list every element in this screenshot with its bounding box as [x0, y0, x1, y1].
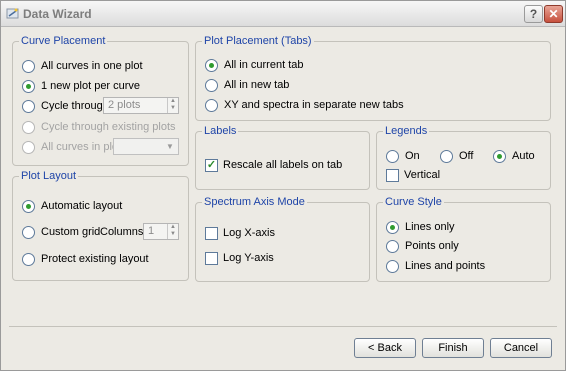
option-label: All curves in one plot — [41, 60, 143, 72]
radio-one-plot-per-curve[interactable]: 1 new plot per curve — [22, 78, 140, 94]
checkbox[interactable] — [386, 168, 399, 182]
option-label: All in current tab — [224, 59, 304, 71]
radio-button[interactable] — [22, 225, 35, 239]
radio-all-curves-in-plot[interactable]: All curves in plot — [22, 139, 121, 155]
legends-legend: Legends — [383, 125, 430, 138]
radio-all-curves-one-plot[interactable]: All curves in one plot — [22, 58, 143, 74]
columns-label: Columns: — [100, 226, 147, 238]
radio-custom-grid[interactable]: Custom grid — [22, 224, 100, 240]
radio-button[interactable] — [205, 98, 218, 112]
radio-button-disabled[interactable] — [22, 140, 35, 154]
option-label: Lines only — [405, 221, 455, 233]
checkbox-rescale-labels[interactable]: ✓ Rescale all labels on tab — [205, 157, 342, 173]
option-label: Auto — [512, 150, 535, 162]
radio-button-selected[interactable] — [205, 58, 218, 72]
radio-all-in-new-tab[interactable]: All in new tab — [205, 77, 289, 93]
radio-button-selected[interactable] — [22, 79, 35, 93]
option-label: On — [405, 150, 420, 162]
checkbox-log-y[interactable]: Log Y-axis — [205, 250, 274, 266]
checkbox-vertical[interactable]: Vertical — [386, 167, 440, 183]
back-button[interactable]: < Back — [354, 338, 416, 358]
spin-arrows-icon[interactable]: ▲ ▼ — [167, 224, 178, 239]
curve-placement-legend: Curve Placement — [19, 35, 108, 48]
labels-legend: Labels — [202, 125, 239, 138]
curve-style-legend: Curve Style — [383, 196, 444, 209]
option-label: Log Y-axis — [223, 252, 274, 264]
option-label: Vertical — [404, 169, 441, 181]
plot-placement-group: Plot Placement (Tabs) All in current tab… — [195, 35, 551, 121]
title-bar: Data Wizard ? ✕ — [1, 1, 565, 27]
spectrum-axis-legend: Spectrum Axis Mode — [202, 196, 307, 209]
plot-placement-legend: Plot Placement (Tabs) — [202, 35, 314, 48]
cycle-plots-spinner[interactable]: 2 plots ▲ ▼ — [103, 97, 179, 114]
footer-divider — [9, 326, 557, 327]
radio-button[interactable] — [386, 259, 399, 273]
window-title: Data Wizard — [23, 7, 92, 21]
option-label: Lines and points — [405, 260, 486, 272]
option-label: Rescale all labels on tab — [223, 159, 343, 171]
radio-lines-and-points[interactable]: Lines and points — [386, 258, 485, 274]
radio-protect-layout[interactable]: Protect existing layout — [22, 251, 149, 267]
checkbox-log-x[interactable]: Log X-axis — [205, 225, 275, 241]
option-label: All curves in plot — [41, 141, 122, 153]
radio-legend-auto[interactable]: Auto — [493, 148, 535, 164]
spinner-value: 2 plots — [108, 99, 141, 111]
radio-button[interactable] — [440, 149, 453, 163]
close-icon[interactable]: ✕ — [544, 5, 563, 23]
radio-legend-on[interactable]: On — [386, 148, 420, 164]
curve-placement-group: Curve Placement All curves in one plot 1… — [12, 35, 189, 166]
chevron-down-icon[interactable]: ▼ — [163, 140, 177, 153]
radio-all-in-current-tab[interactable]: All in current tab — [205, 57, 303, 73]
spectrum-axis-group: Spectrum Axis Mode Log X-axis Log Y-axis — [195, 196, 370, 282]
checkmark-icon[interactable]: ✓ — [205, 158, 218, 172]
option-label: XY and spectra in separate new tabs — [224, 99, 404, 111]
spin-arrows-icon[interactable]: ▲ ▼ — [167, 98, 178, 113]
labels-group: Labels ✓ Rescale all labels on tab — [195, 125, 370, 190]
data-wizard-window: Data Wizard ? ✕ Curve Placement All curv… — [0, 0, 566, 371]
radio-automatic-layout[interactable]: Automatic layout — [22, 198, 122, 214]
cancel-button[interactable]: Cancel — [490, 338, 552, 358]
columns-spinner[interactable]: 1 ▲ ▼ — [143, 223, 179, 240]
radio-points-only[interactable]: Points only — [386, 238, 459, 254]
option-label: Custom grid — [41, 226, 101, 238]
radio-button-selected[interactable] — [386, 220, 399, 234]
option-label: All in new tab — [224, 79, 290, 91]
radio-button[interactable] — [205, 78, 218, 92]
plot-select-dropdown[interactable]: ▼ — [113, 138, 179, 155]
radio-lines-only[interactable]: Lines only — [386, 219, 455, 235]
option-label: 1 new plot per curve — [41, 80, 141, 92]
option-label: Points only — [405, 240, 459, 252]
radio-button[interactable] — [22, 252, 35, 266]
wand-icon — [6, 8, 19, 19]
spinner-value: 1 — [148, 225, 155, 237]
radio-button-selected[interactable] — [493, 149, 506, 163]
radio-legend-off[interactable]: Off — [440, 148, 473, 164]
help-icon[interactable]: ? — [524, 5, 543, 23]
radio-button[interactable] — [22, 99, 35, 113]
finish-button[interactable]: Finish — [422, 338, 484, 358]
option-label: Log X-axis — [223, 227, 275, 239]
checkbox[interactable] — [205, 226, 218, 240]
plot-layout-group: Plot Layout Automatic layout Custom grid… — [12, 170, 189, 281]
radio-cycle-through[interactable]: Cycle through — [22, 98, 109, 114]
radio-button[interactable] — [386, 239, 399, 253]
radio-button-disabled[interactable] — [22, 120, 35, 134]
curve-style-group: Curve Style Lines only Points only Lines… — [376, 196, 551, 282]
plot-layout-legend: Plot Layout — [19, 170, 79, 183]
radio-cycle-existing[interactable]: Cycle through existing plots — [22, 119, 176, 135]
radio-button[interactable] — [386, 149, 399, 163]
option-label: Cycle through — [41, 100, 109, 112]
radio-separate-tabs[interactable]: XY and spectra in separate new tabs — [205, 97, 404, 113]
radio-button-selected[interactable] — [22, 199, 35, 213]
option-label: Off — [459, 150, 474, 162]
checkbox[interactable] — [205, 251, 218, 265]
radio-button[interactable] — [22, 59, 35, 73]
legends-group: Legends On Off Auto Vertical — [376, 125, 551, 190]
option-label: Cycle through existing plots — [41, 121, 176, 133]
option-label: Protect existing layout — [41, 253, 149, 265]
option-label: Automatic layout — [41, 200, 123, 212]
